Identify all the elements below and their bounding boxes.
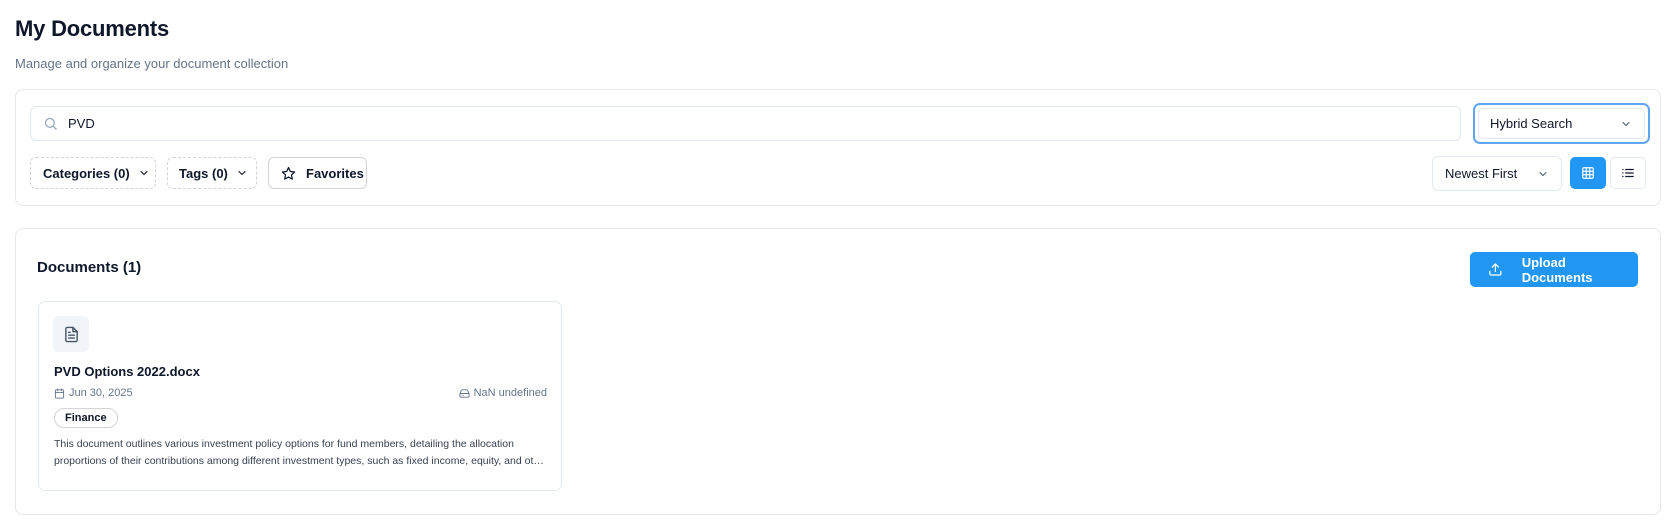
document-date-text: Jun 30, 2025 [69,387,133,399]
file-icon-box [53,316,89,352]
page-title: My Documents [15,16,170,41]
favorites-filter-button[interactable]: Favorites [268,157,367,189]
categories-filter-button[interactable]: Categories (0) [30,157,156,189]
chevron-down-icon [1539,171,1547,176]
upload-documents-label: Upload Documents [1521,254,1593,285]
documents-heading: Documents (1) [37,259,142,276]
chevron-down-icon [238,170,246,176]
page-subtitle: Manage and organize your document collec… [15,56,289,71]
search-input[interactable] [68,116,1368,131]
documents-panel: Documents (1) Upload Documents PVD Optio… [15,228,1661,515]
filter-panel: Hybrid Search Categories (0) Tags (0) Fa… [15,89,1661,206]
tags-filter-label: Tags (0) [179,165,228,181]
hard-drive-icon [459,388,470,398]
sort-value: Newest First [1445,166,1518,181]
search-mode-select[interactable]: Hybrid Search [1473,103,1650,144]
categories-filter-label: Categories (0) [43,165,130,181]
upload-documents-button[interactable]: Upload Documents [1470,252,1638,287]
sort-select[interactable]: Newest First [1432,156,1562,191]
document-description: This document outlines various investmen… [54,438,549,467]
document-card[interactable]: PVD Options 2022.docx Jun 30, 2025 NaN u… [38,301,562,491]
list-view-button[interactable] [1610,157,1646,189]
search-mode-trigger[interactable]: Hybrid Search [1478,108,1645,139]
grid-view-button[interactable] [1570,157,1606,189]
favorites-filter-label: Favorites [306,165,364,181]
page-header: My Documents Manage and organize your do… [15,14,288,71]
document-size: NaN undefined [459,387,547,399]
tags-filter-button[interactable]: Tags (0) [167,157,257,189]
list-icon [1622,168,1634,178]
document-date: Jun 30, 2025 [54,387,133,399]
star-icon [281,166,296,180]
file-text-icon [64,326,78,342]
search-icon [44,117,57,130]
calendar-icon [54,387,65,399]
category-badge: Finance [54,408,118,428]
chevron-down-icon [1622,121,1630,126]
document-size-text: NaN undefined [473,387,547,399]
search-box[interactable] [30,106,1461,141]
search-mode-value: Hybrid Search [1490,116,1573,131]
chevron-down-icon [140,170,148,176]
upload-icon [1489,263,1502,276]
grid-icon [1582,167,1594,179]
document-name[interactable]: PVD Options 2022.docx [54,364,200,379]
